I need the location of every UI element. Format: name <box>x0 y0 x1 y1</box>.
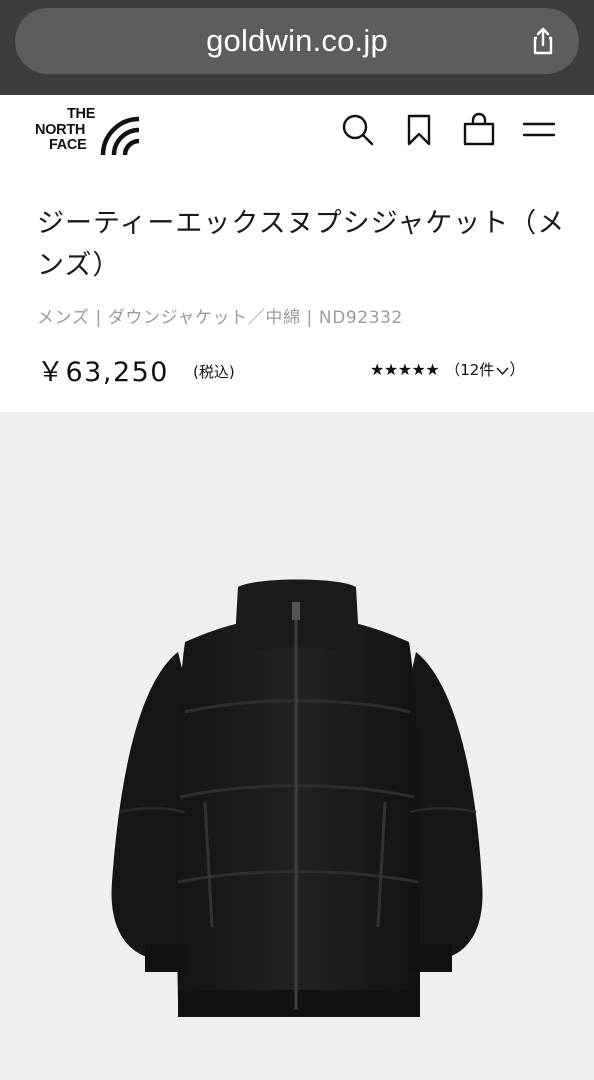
url-text[interactable]: goldwin.co.jp <box>15 8 579 74</box>
tax-label: (税込) <box>193 363 235 381</box>
product-price: ￥63,250 <box>37 357 169 388</box>
rating-stars: ★★★★★ <box>370 360 440 379</box>
address-bar[interactable]: goldwin.co.jp <box>15 8 579 74</box>
rating-summary[interactable]: ★★★★★ （12件 ） <box>370 356 525 380</box>
site-header: THE NORTH FACE <box>0 95 594 175</box>
product-image[interactable] <box>0 412 594 1080</box>
review-count: （12件 <box>445 361 495 379</box>
chevron-down-icon <box>496 367 509 375</box>
product-title: ジーティーエックスヌプシジャケット（メンズ） <box>37 208 566 281</box>
price-row: ￥63,250 (税込) ★★★★★ （12件 ） <box>37 350 557 390</box>
review-count-close: ） <box>509 360 526 379</box>
search-icon[interactable] <box>340 112 376 148</box>
cart-icon[interactable] <box>461 112 497 148</box>
browser-chrome: goldwin.co.jp <box>0 0 594 95</box>
jacket-image <box>111 579 483 1017</box>
the-north-face-logo[interactable]: THE NORTH FACE <box>35 106 145 157</box>
share-icon[interactable] <box>527 25 559 57</box>
menu-icon[interactable] <box>521 112 557 148</box>
half-dome-logo-icon <box>100 116 140 155</box>
bookmark-icon[interactable] <box>401 112 437 148</box>
product-category: メンズ | ダウンジャケット／中綿 | ND92332 <box>37 308 403 328</box>
